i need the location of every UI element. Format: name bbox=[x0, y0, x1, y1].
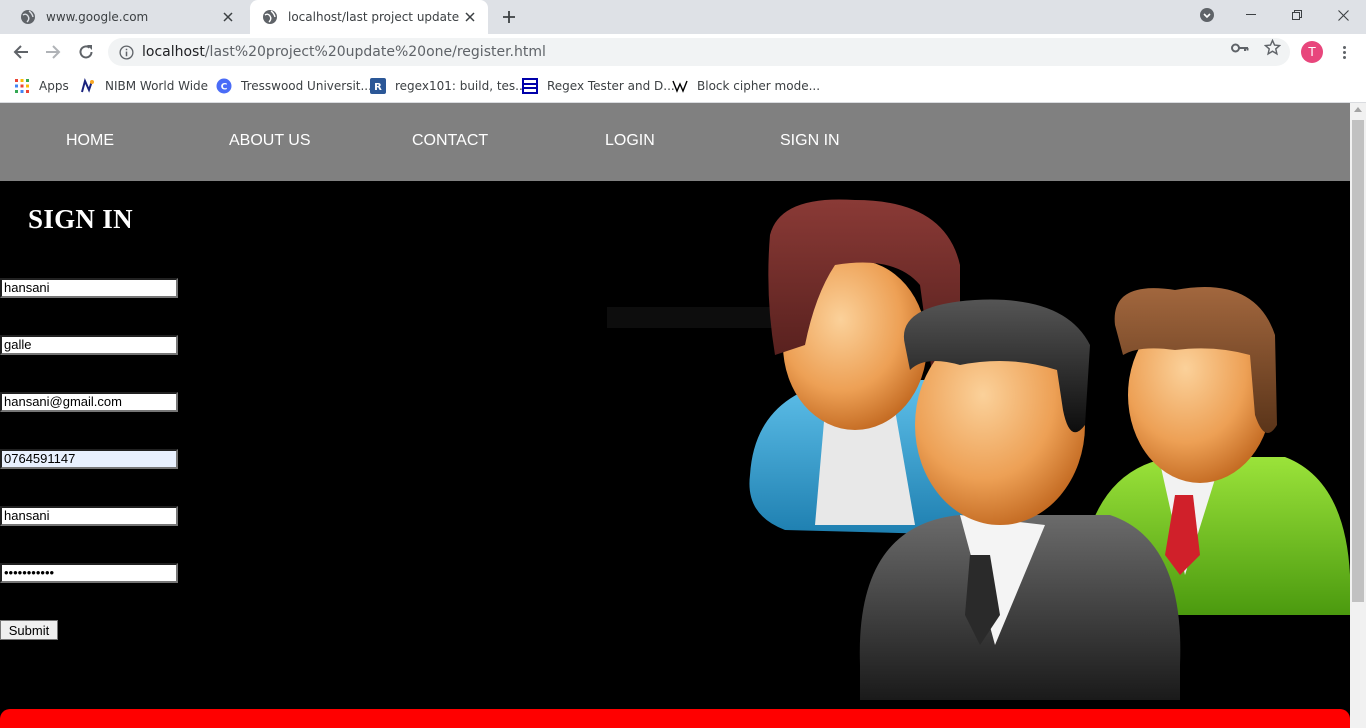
globe-icon bbox=[262, 9, 278, 25]
close-window-icon[interactable] bbox=[1321, 0, 1365, 30]
back-arrow-icon[interactable] bbox=[9, 40, 33, 64]
bookmark-label: Block cipher mode... bbox=[697, 79, 821, 93]
scrollbar-thumb[interactable] bbox=[1352, 120, 1364, 602]
bookmark-apps[interactable]: Apps bbox=[14, 76, 69, 96]
bookmark-label: Apps bbox=[39, 79, 69, 93]
nav-login[interactable]: LOGIN bbox=[605, 132, 655, 150]
web-page: HOME ABOUT US CONTACT LOGIN SIGN IN SIGN… bbox=[0, 103, 1350, 728]
wikipedia-icon bbox=[672, 78, 688, 94]
bookmarks-bar: Apps NIBM World Wide C Tresswood Univers… bbox=[0, 70, 1366, 103]
users-group-illustration bbox=[749, 199, 1350, 700]
bookmark-label: regex101: build, tes... bbox=[395, 79, 527, 93]
bookmark-regex-tester[interactable]: Regex Tester and D... bbox=[522, 76, 675, 96]
menu-dots-icon[interactable] bbox=[1336, 41, 1352, 63]
scroll-up-icon[interactable] bbox=[1354, 107, 1362, 112]
new-tab-button[interactable] bbox=[498, 6, 520, 28]
address-bar[interactable]: localhost/last%20project%20update%20one/… bbox=[108, 38, 1290, 66]
nav-about-us[interactable]: ABOUT US bbox=[229, 132, 311, 150]
nav-sign-in[interactable]: SIGN IN bbox=[780, 132, 840, 150]
forward-arrow-icon[interactable] bbox=[41, 40, 65, 64]
bookmark-label: NIBM World Wide bbox=[105, 79, 209, 93]
globe-icon bbox=[20, 9, 36, 25]
tab-search-icon[interactable] bbox=[1185, 0, 1229, 30]
url-path: /last%20project%20update%20one/register.… bbox=[204, 44, 546, 60]
restore-icon[interactable] bbox=[1275, 0, 1319, 30]
svg-text:R: R bbox=[374, 82, 382, 93]
key-icon[interactable] bbox=[1230, 40, 1250, 56]
apps-grid-icon bbox=[14, 78, 30, 94]
tab-strip: www.google.com localhost/last project up… bbox=[0, 0, 1366, 34]
submit-button[interactable]: Submit bbox=[0, 620, 58, 640]
minimize-icon[interactable] bbox=[1229, 0, 1273, 30]
footer-bar bbox=[0, 709, 1350, 728]
nav-contact[interactable]: CONTACT bbox=[412, 132, 488, 150]
bookmark-tresswood[interactable]: C Tresswood Universit... bbox=[216, 76, 372, 96]
username-field[interactable] bbox=[0, 506, 178, 526]
page-title: SIGN IN bbox=[28, 204, 133, 234]
tab-title: localhost/last project update one bbox=[288, 10, 462, 24]
browser-toolbar: localhost/last%20project%20update%20one/… bbox=[0, 34, 1366, 70]
url-text: localhost/last%20project%20update%20one/… bbox=[142, 44, 546, 60]
profile-avatar[interactable]: T bbox=[1301, 41, 1323, 63]
tresswood-icon: C bbox=[216, 78, 232, 94]
bookmark-label: Tresswood Universit... bbox=[241, 79, 372, 93]
password-field[interactable] bbox=[0, 563, 178, 583]
city-field[interactable] bbox=[0, 335, 178, 355]
tab-title: www.google.com bbox=[46, 10, 149, 24]
nav-home[interactable]: HOME bbox=[66, 132, 114, 150]
bookmark-label: Regex Tester and D... bbox=[547, 79, 675, 93]
nibm-icon bbox=[80, 78, 96, 94]
name-field[interactable] bbox=[0, 278, 178, 298]
page-scrollbar[interactable] bbox=[1350, 103, 1366, 728]
reload-icon[interactable] bbox=[74, 40, 98, 64]
close-icon[interactable] bbox=[220, 9, 236, 25]
email-field[interactable] bbox=[0, 392, 178, 412]
phone-field[interactable] bbox=[0, 449, 178, 469]
bookmark-regex101[interactable]: R regex101: build, tes... bbox=[370, 76, 527, 96]
close-icon[interactable] bbox=[462, 9, 478, 25]
bookmark-nibm[interactable]: NIBM World Wide bbox=[80, 76, 208, 96]
regex-tester-icon bbox=[522, 78, 538, 94]
url-host: localhost bbox=[142, 44, 205, 60]
info-icon[interactable] bbox=[118, 44, 134, 60]
tab-google[interactable]: www.google.com bbox=[8, 0, 246, 34]
bookmark-block-cipher[interactable]: Block cipher mode... bbox=[672, 76, 820, 96]
regex101-icon: R bbox=[370, 78, 386, 94]
tab-register[interactable]: localhost/last project update one bbox=[250, 0, 488, 34]
site-navbar: HOME ABOUT US CONTACT LOGIN SIGN IN bbox=[0, 103, 1350, 181]
svg-text:C: C bbox=[221, 83, 228, 93]
star-icon[interactable] bbox=[1262, 38, 1282, 55]
